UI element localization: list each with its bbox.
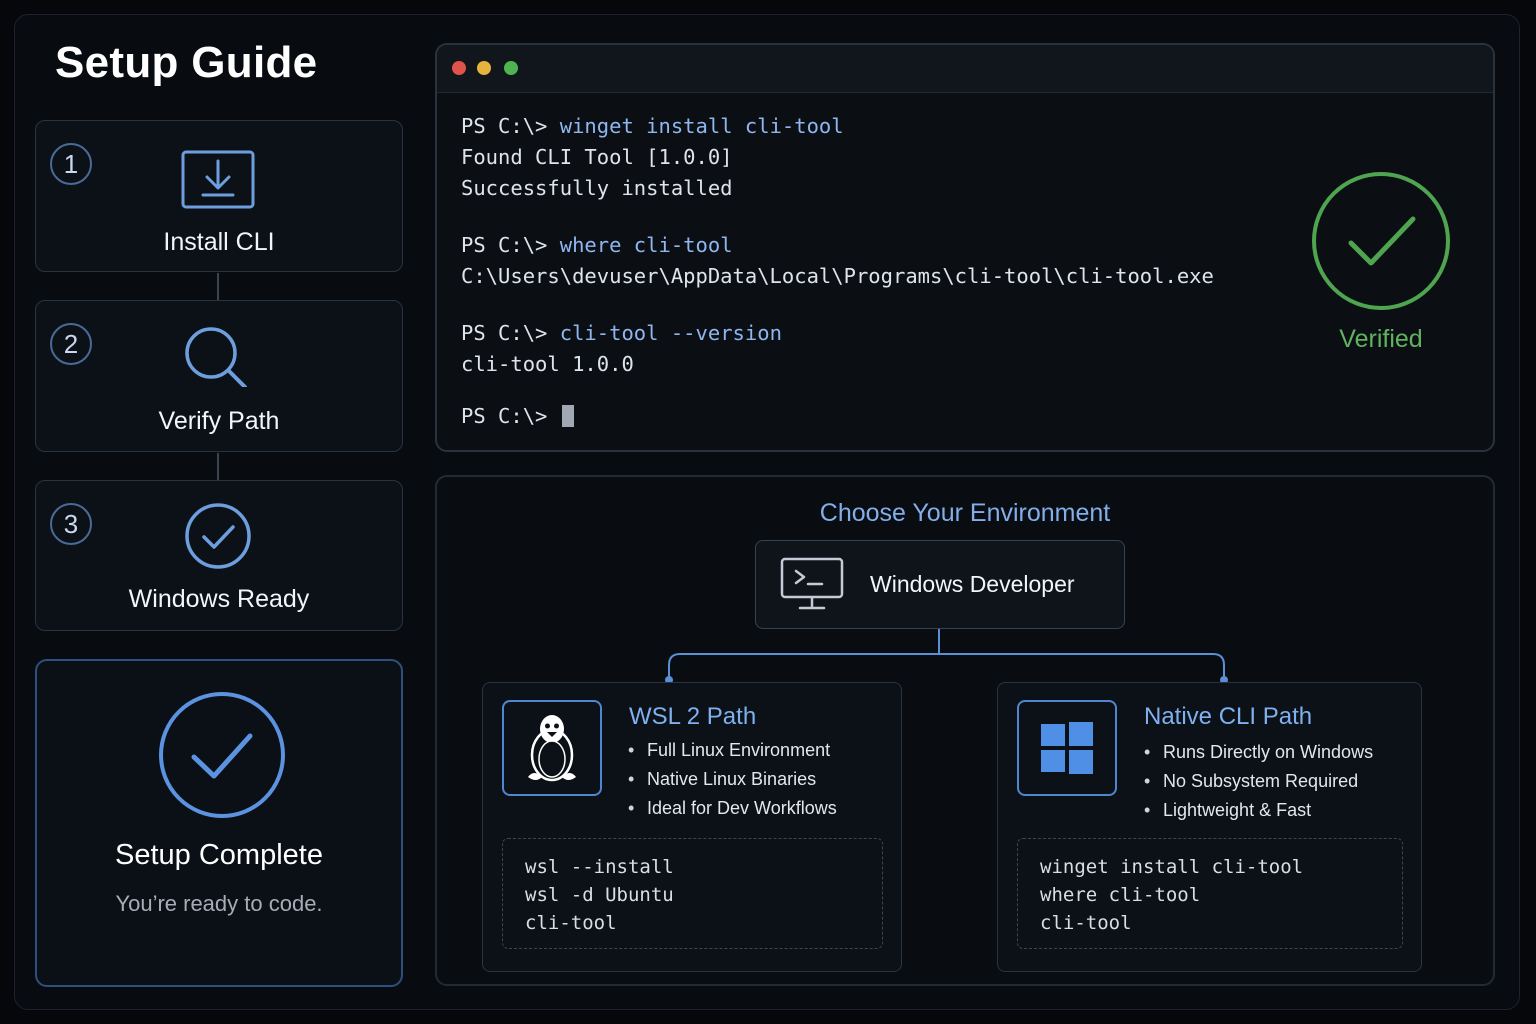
wsl-code-snippet[interactable]: wsl --install wsl -d Ubuntu cli-tool (502, 838, 883, 949)
step-label: Windows Ready (128, 585, 310, 613)
terminal-line: PS C:\> winget install cli-tool (461, 114, 844, 138)
terminal-prompt[interactable]: PS C:\> (461, 401, 1493, 432)
native-feature-list: Runs Directly on Windows No Subsystem Re… (1144, 738, 1373, 825)
check-circle-icon (159, 692, 285, 818)
code-line: winget install cli-tool (1040, 856, 1304, 878)
wsl-path-title: WSL 2 Path (629, 703, 757, 730)
list-item: Ideal for Dev Workflows (628, 794, 837, 823)
close-window-dot[interactable] (452, 61, 466, 75)
setup-complete-card: Setup Complete You’re ready to code. (35, 659, 403, 987)
complete-title: Setup Complete (115, 839, 323, 871)
verified-status: Verified (1339, 325, 1423, 353)
step-connector (217, 453, 219, 480)
step-install-cli[interactable]: 1 Install CLI (35, 120, 403, 272)
terminal-titlebar (437, 45, 1493, 93)
windows-logo-icon (1017, 700, 1117, 796)
check-circle-icon (1312, 172, 1450, 310)
search-icon (185, 327, 247, 387)
native-cli-path-card[interactable]: Native CLI Path Runs Directly on Windows… (997, 682, 1422, 972)
step-connector (217, 273, 219, 300)
text-cursor (561, 405, 574, 427)
step-number: 1 (50, 143, 92, 185)
step-number: 2 (50, 323, 92, 365)
code-line: where cli-tool (1040, 884, 1201, 906)
wsl-feature-list: Full Linux Environment Native Linux Bina… (628, 736, 837, 823)
minimize-window-dot[interactable] (477, 61, 491, 75)
step-windows-ready[interactable]: 3 Windows Ready (35, 480, 403, 631)
page-title: Setup Guide (55, 38, 318, 87)
terminal-window[interactable]: PS C:\> winget install cli-tool Found CL… (435, 43, 1495, 452)
branch-connector (665, 629, 1228, 684)
native-code-snippet[interactable]: winget install cli-tool where cli-tool c… (1017, 838, 1403, 949)
download-icon (181, 150, 255, 209)
code-line: cli-tool (525, 912, 617, 934)
step-number: 3 (50, 503, 92, 545)
list-item: Full Linux Environment (628, 736, 837, 765)
list-item: Native Linux Binaries (628, 765, 837, 794)
linux-penguin-icon (502, 700, 602, 796)
check-circle-icon (185, 503, 251, 569)
step-verify-path[interactable]: 2 Verify Path (35, 300, 403, 452)
maximize-window-dot[interactable] (504, 61, 518, 75)
step-label: Install CLI (163, 228, 275, 256)
list-item: No Subsystem Required (1144, 767, 1373, 796)
step-label: Verify Path (158, 407, 280, 435)
native-path-title: Native CLI Path (1144, 703, 1313, 730)
list-item: Lightweight & Fast (1144, 796, 1373, 825)
complete-subtitle: You’re ready to code. (115, 891, 323, 916)
list-item: Runs Directly on Windows (1144, 738, 1373, 767)
code-line: wsl -d Ubuntu (525, 884, 674, 906)
code-line: wsl --install (525, 856, 674, 878)
environment-panel: Choose Your Environment Windows Develope… (435, 475, 1495, 986)
code-line: cli-tool (1040, 912, 1132, 934)
wsl-path-card[interactable]: WSL 2 Path Full Linux Environment Native… (482, 682, 902, 972)
